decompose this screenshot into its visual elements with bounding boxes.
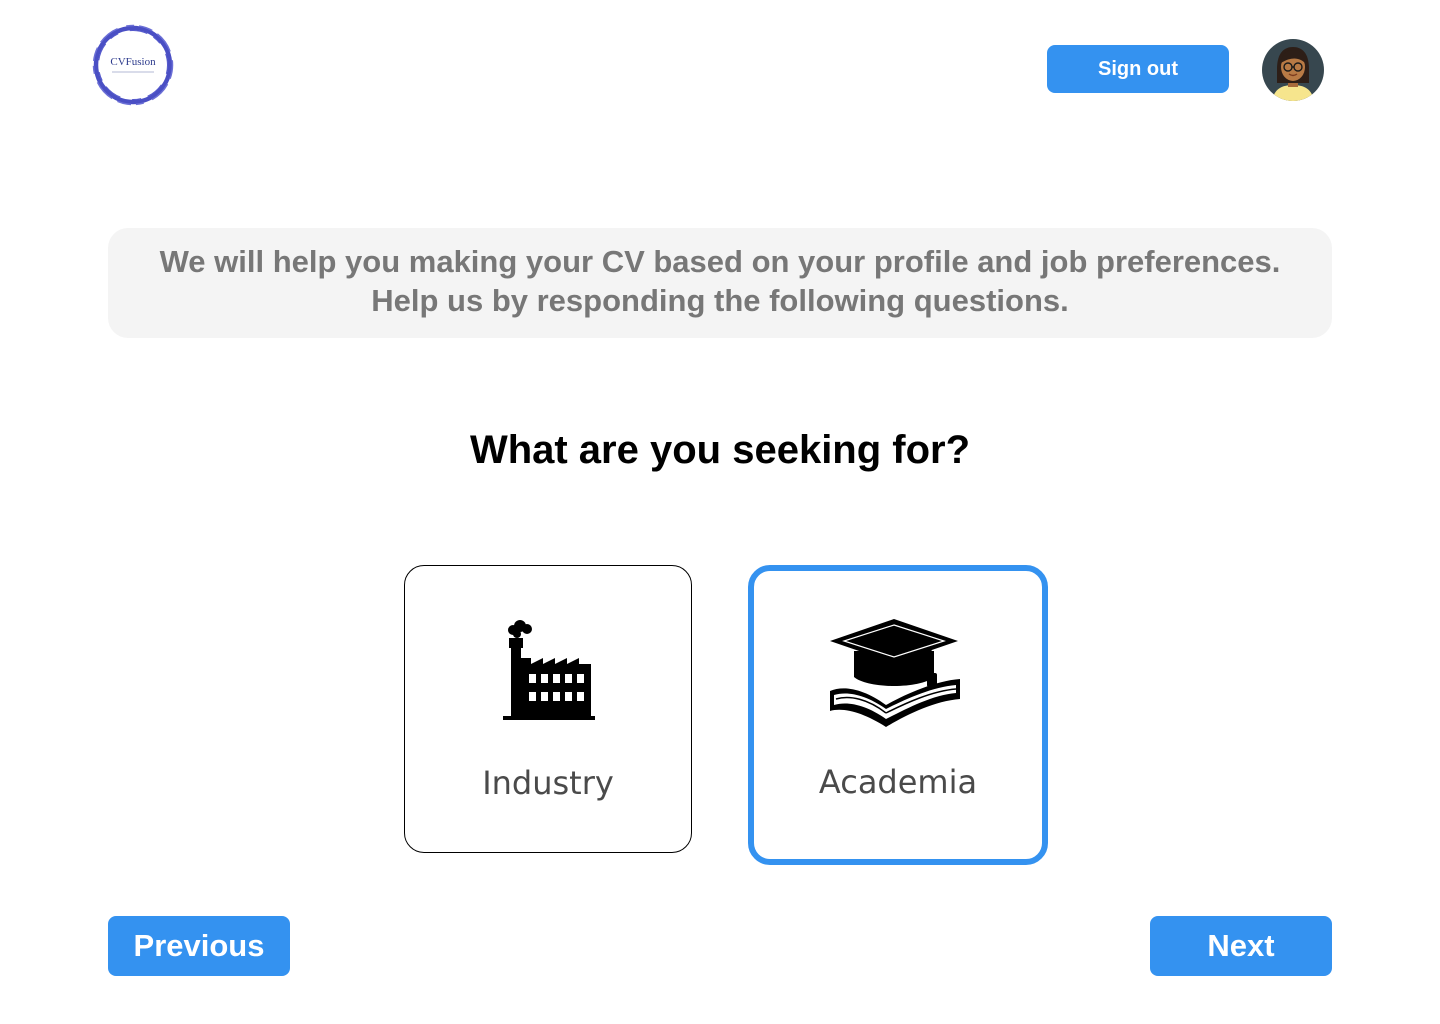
factory-icon xyxy=(503,620,595,720)
logo[interactable]: CVFusion xyxy=(90,22,176,108)
option-label-academia: Academia xyxy=(818,763,978,801)
option-card-academia[interactable]: Academia xyxy=(748,565,1048,865)
intro-banner: We will help you making your CV based on… xyxy=(108,228,1332,338)
sign-out-button[interactable]: Sign out xyxy=(1047,45,1229,93)
intro-line-2: Help us by responding the following ques… xyxy=(371,283,1069,318)
option-card-industry[interactable]: Industry xyxy=(404,565,692,853)
graduation-cap-book-icon xyxy=(830,619,960,727)
previous-button[interactable]: Previous xyxy=(108,916,290,976)
next-button[interactable]: Next xyxy=(1150,916,1332,976)
option-label-industry: Industry xyxy=(482,764,614,802)
question-title: What are you seeking for? xyxy=(469,428,971,472)
avatar[interactable] xyxy=(1262,39,1324,101)
user-avatar-icon xyxy=(1262,39,1324,101)
logo-text: CVFusion xyxy=(110,56,156,68)
intro-line-1: We will help you making your CV based on… xyxy=(159,244,1281,279)
